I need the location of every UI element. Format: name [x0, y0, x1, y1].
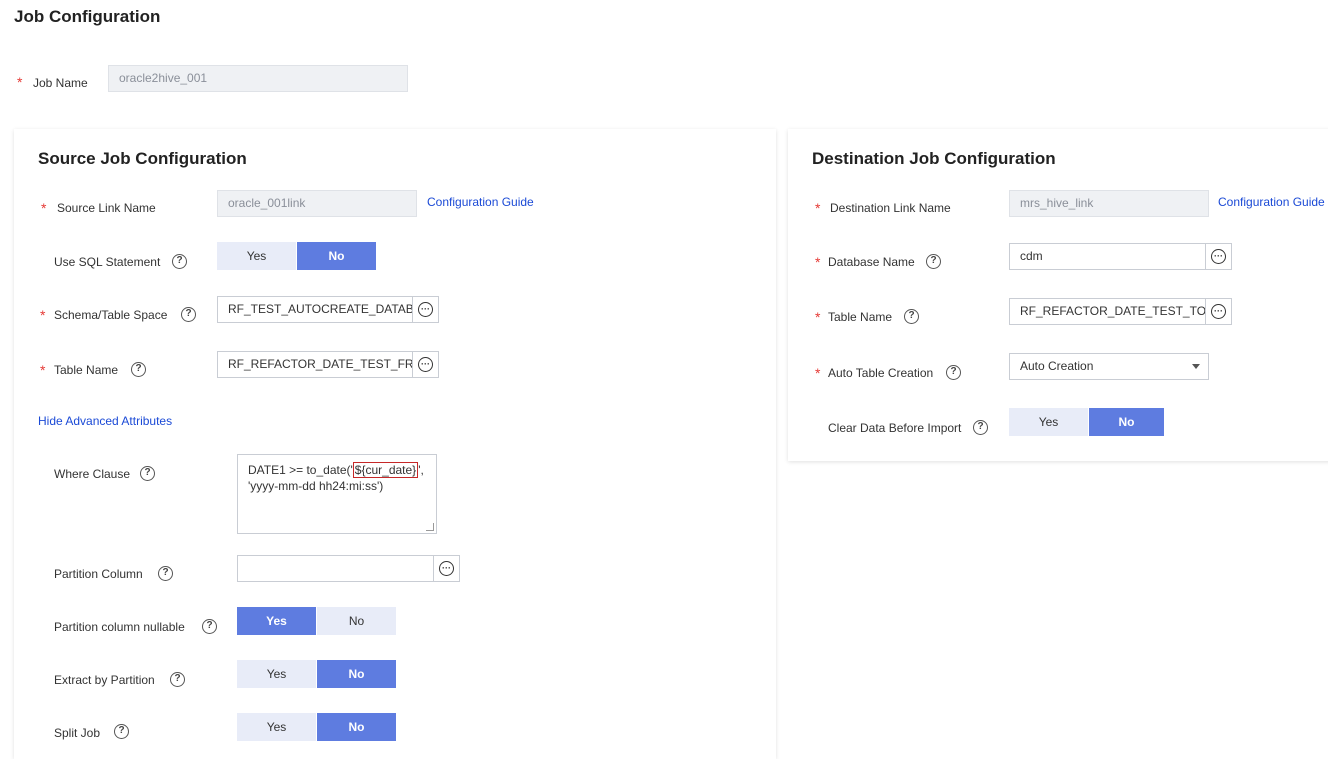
ellipsis-icon: ···: [439, 561, 454, 576]
split-job-toggle: Yes No: [237, 713, 396, 741]
help-icon[interactable]: ?: [202, 619, 217, 634]
clear-data-before-import-label: Clear Data Before Import: [828, 421, 962, 435]
source-link-name-input[interactable]: oracle_001link: [217, 190, 417, 217]
extract-by-partition-no-option[interactable]: No: [317, 660, 396, 688]
partition-column-input[interactable]: [237, 555, 434, 582]
help-icon[interactable]: ?: [926, 254, 941, 269]
destination-configuration-guide-link[interactable]: Configuration Guide: [1218, 195, 1325, 209]
partition-nullable-toggle: Yes No: [237, 607, 396, 635]
help-icon[interactable]: ?: [946, 365, 961, 380]
help-icon[interactable]: ?: [170, 672, 185, 687]
partition-nullable-no-option[interactable]: No: [317, 607, 396, 635]
schema-label: Schema/Table Space: [54, 308, 168, 322]
partition-column-browse-button[interactable]: ···: [433, 555, 460, 582]
source-table-browse-button[interactable]: ···: [412, 351, 439, 378]
schema-input[interactable]: RF_TEST_AUTOCREATE_DATABA: [217, 296, 413, 323]
where-clause-label: Where Clause: [54, 467, 131, 481]
hide-advanced-attributes-link[interactable]: Hide Advanced Attributes: [38, 414, 172, 428]
ellipsis-icon: ···: [418, 357, 433, 372]
auto-table-creation-label: Auto Table Creation: [828, 366, 934, 380]
split-job-label: Split Job: [54, 726, 101, 740]
database-browse-button[interactable]: ···: [1205, 243, 1232, 270]
destination-link-name-input[interactable]: mrs_hive_link: [1009, 190, 1209, 217]
split-job-yes-option[interactable]: Yes: [237, 713, 316, 741]
extract-by-partition-label: Extract by Partition: [54, 673, 155, 687]
source-panel-title: Source Job Configuration: [38, 149, 247, 168]
where-clause-suffix: ',: [418, 463, 424, 477]
destination-table-browse-button[interactable]: ···: [1205, 298, 1232, 325]
use-sql-statement-label: Use SQL Statement: [54, 255, 161, 269]
extract-by-partition-toggle: Yes No: [237, 660, 396, 688]
source-configuration-guide-link[interactable]: Configuration Guide: [427, 195, 534, 209]
clear-data-no-option[interactable]: No: [1089, 408, 1164, 436]
help-icon[interactable]: ?: [140, 466, 155, 481]
source-table-name-input[interactable]: RF_REFACTOR_DATE_TEST_FRO: [217, 351, 413, 378]
help-icon[interactable]: ?: [973, 420, 988, 435]
partition-nullable-yes-option[interactable]: Yes: [237, 607, 316, 635]
help-icon[interactable]: ?: [158, 566, 173, 581]
auto-table-creation-value: Auto Creation: [1020, 359, 1094, 373]
use-sql-yes-option[interactable]: Yes: [217, 242, 296, 270]
ellipsis-icon: ···: [1211, 249, 1226, 264]
chevron-down-icon: [1192, 364, 1200, 369]
required-marker: *: [41, 200, 47, 216]
ellipsis-icon: ···: [418, 302, 433, 317]
partition-nullable-label: Partition column nullable: [54, 620, 185, 634]
partition-column-label: Partition Column: [54, 567, 143, 581]
source-table-name-label: Table Name: [54, 363, 119, 377]
destination-link-name-label: Destination Link Name: [830, 201, 951, 215]
where-clause-textarea[interactable]: DATE1 >= to_date(' ${cur_date} ', 'yyyy-mm…: [237, 454, 437, 534]
help-icon[interactable]: ?: [181, 307, 196, 322]
required-marker: *: [815, 309, 821, 325]
help-icon[interactable]: ?: [114, 724, 129, 739]
help-icon[interactable]: ?: [131, 362, 146, 377]
page-title: Job Configuration: [14, 7, 161, 26]
extract-by-partition-yes-option[interactable]: Yes: [237, 660, 316, 688]
use-sql-no-option[interactable]: No: [297, 242, 376, 270]
job-name-label: Job Name: [33, 76, 88, 90]
required-marker: *: [815, 200, 821, 216]
required-marker: *: [815, 365, 821, 381]
use-sql-statement-toggle: Yes No: [217, 242, 376, 270]
destination-panel-title: Destination Job Configuration: [812, 149, 1056, 168]
split-job-no-option[interactable]: No: [317, 713, 396, 741]
clear-data-yes-option[interactable]: Yes: [1009, 408, 1088, 436]
schema-browse-button[interactable]: ···: [412, 296, 439, 323]
destination-table-name-label: Table Name: [828, 310, 893, 324]
resize-handle-icon[interactable]: [426, 523, 434, 531]
source-link-name-label: Source Link Name: [57, 201, 156, 215]
database-name-label: Database Name: [828, 255, 915, 269]
cur-date-variable-highlight: ${cur_date}: [352, 462, 419, 478]
required-marker: *: [40, 307, 46, 323]
where-clause-line2: 'yyyy-mm-dd hh24:mi:ss'): [248, 479, 384, 493]
destination-table-name-input[interactable]: RF_REFACTOR_DATE_TEST_TO: [1009, 298, 1206, 325]
database-name-input[interactable]: cdm: [1009, 243, 1206, 270]
help-icon[interactable]: ?: [904, 309, 919, 324]
required-marker: *: [815, 254, 821, 270]
clear-data-toggle: Yes No: [1009, 408, 1164, 436]
required-marker: *: [17, 74, 23, 90]
required-marker: *: [40, 362, 46, 378]
job-name-input[interactable]: oracle2hive_001: [108, 65, 408, 92]
ellipsis-icon: ···: [1211, 304, 1226, 319]
where-clause-prefix: DATE1 >= to_date(': [248, 463, 353, 477]
auto-table-creation-select[interactable]: Auto Creation: [1009, 353, 1209, 380]
help-icon[interactable]: ?: [172, 254, 187, 269]
